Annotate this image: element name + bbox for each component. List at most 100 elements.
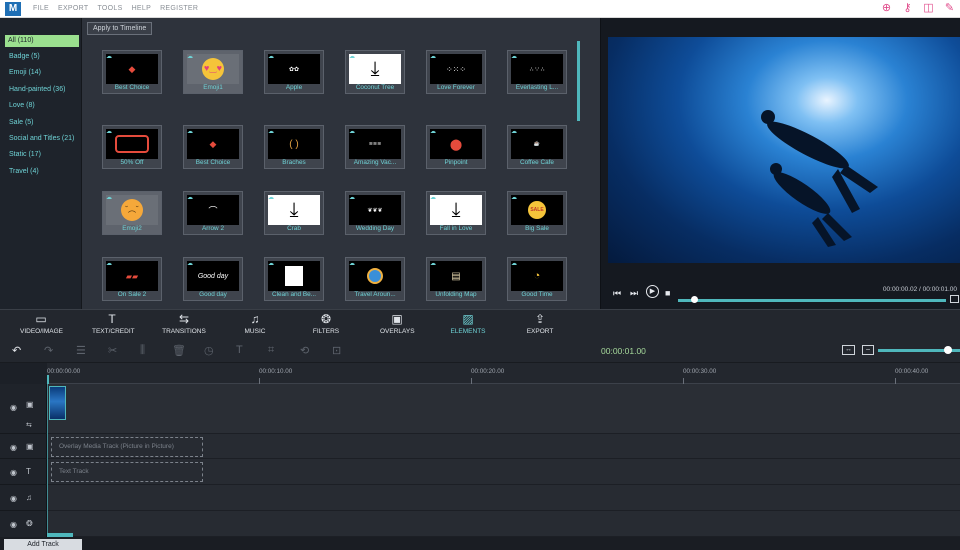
video-preview[interactable] <box>608 37 960 263</box>
element-label: Apple <box>285 84 303 91</box>
element-tile[interactable]: ☁ ⁘⁙⁘ Love Forever <box>426 50 486 94</box>
element-tile[interactable]: ☁ Good day Good day <box>183 257 243 301</box>
element-tile[interactable]: ☁ Clean and Be... <box>264 257 324 301</box>
tab-text-credit[interactable]: T TEXT/CREDIT <box>92 313 135 336</box>
eye-icon[interactable]: ◉ <box>10 443 17 452</box>
text-edit-icon[interactable]: T <box>236 344 243 356</box>
snapshot-icon[interactable]: ⊡ <box>332 344 341 357</box>
element-tile[interactable]: ☁ 50% Off <box>102 125 162 169</box>
menu-bar: M FILE EXPORT TOOLS HELP REGISTER ⊕ ⚷ ◫ … <box>0 0 960 18</box>
element-tile[interactable]: ☁ ( ) Braches <box>264 125 324 169</box>
skip-forward-icon[interactable]: ⏭ <box>630 288 638 299</box>
tab-transitions[interactable]: ⇆ TRANSITIONS <box>162 313 206 336</box>
tab-video-image[interactable]: ▭ VIDEO/IMAGE <box>20 313 63 336</box>
crop-icon[interactable]: ⌗ <box>268 344 274 357</box>
category-emoji[interactable]: Emoji (14) <box>0 65 81 81</box>
category-travel[interactable]: Travel (4) <box>0 164 81 180</box>
cut-icon[interactable]: ✂ <box>108 344 117 357</box>
element-tile[interactable]: ☁ ≋≋≋ Amazing Vac... <box>345 125 405 169</box>
element-tile[interactable]: ☁ ◆ Best Choice <box>102 50 162 94</box>
element-tile[interactable]: ☁ ⌒ Arrow 2 <box>183 191 243 235</box>
element-tile[interactable]: ☁ ✿✿ Apple <box>264 50 324 94</box>
element-tile[interactable]: ☁ ⤓ Crab <box>264 191 324 235</box>
element-label: Big Sale <box>525 225 549 232</box>
skip-back-icon[interactable]: ⏮ <box>613 288 621 299</box>
element-tile[interactable]: ☁ ♥‿♥ Emoji1 <box>183 50 243 94</box>
video-track[interactable] <box>47 384 960 434</box>
apply-to-timeline-button[interactable]: Apply to Timeline <box>87 22 153 35</box>
element-tile[interactable]: ☁ ⬤ Pinpoint <box>426 125 486 169</box>
adjust-icon[interactable]: ☰ <box>76 344 86 357</box>
element-tile[interactable]: ☁ ∴ ∵ ∴ Everlasting L... <box>507 50 567 94</box>
cloud-download-icon: ☁ <box>430 261 436 267</box>
tab-filters[interactable]: ❂ FILTERS <box>311 313 341 336</box>
tab-music[interactable]: ♫ MUSIC <box>240 313 270 336</box>
gift-icon[interactable]: ⊕ <box>880 2 893 15</box>
ruler-label: 00:00:30.00 <box>683 368 717 375</box>
key-icon[interactable]: ⚷ <box>901 2 914 15</box>
overlay-track[interactable]: Overlay Media Track (Picture in Picture) <box>47 434 960 459</box>
element-tile[interactable]: ☁ ⤓ Fall in Love <box>426 191 486 235</box>
layout-icon[interactable]: ◫ <box>922 2 935 15</box>
menu-tools[interactable]: TOOLS <box>97 5 122 12</box>
fullscreen-icon[interactable] <box>950 295 959 303</box>
video-clip[interactable] <box>49 386 66 420</box>
menu-file[interactable]: FILE <box>33 5 49 12</box>
element-thumbnail: ≋≋≋ <box>349 129 401 159</box>
eye-icon[interactable]: ◉ <box>10 468 17 477</box>
link-icon[interactable]: ⇆ <box>26 421 32 429</box>
zoom-out-icon[interactable]: − <box>862 345 874 355</box>
overlay-track-placeholder[interactable]: Overlay Media Track (Picture in Picture) <box>51 437 203 457</box>
category-all[interactable]: All (110) <box>5 35 79 47</box>
category-love[interactable]: Love (8) <box>0 98 81 114</box>
eye-icon[interactable]: ◉ <box>10 520 17 529</box>
tab-export[interactable]: ⇪ EXPORT <box>526 313 554 336</box>
undo-icon[interactable]: ↶ <box>12 344 21 357</box>
category-static[interactable]: Static (17) <box>0 147 81 163</box>
zoom-slider-handle[interactable] <box>943 346 952 354</box>
stop-icon[interactable]: ■ <box>665 288 670 298</box>
progress-bar[interactable] <box>678 299 946 302</box>
menu-help[interactable]: HELP <box>132 5 152 12</box>
playhead-handle[interactable] <box>47 375 49 384</box>
redo-icon[interactable]: ↷ <box>44 344 53 357</box>
duration-icon[interactable]: ◷ <box>204 344 214 357</box>
text-track[interactable]: Text Track <box>47 459 960 485</box>
element-tile[interactable]: ☁ ❦❦❦ Wedding Day <box>345 191 405 235</box>
element-tile[interactable]: ☁ ▰▰ On Sale 2 <box>102 257 162 301</box>
eye-icon[interactable]: ◉ <box>10 494 17 503</box>
element-tile[interactable]: ☁ ▤ Unfolding Map <box>426 257 486 301</box>
rotate-icon[interactable]: ⟲ <box>300 344 309 357</box>
element-tile[interactable]: ☁ ☕ Coffee Cafe <box>507 125 567 169</box>
add-track-button[interactable]: Add Track <box>4 539 82 550</box>
text-track-placeholder[interactable]: Text Track <box>51 462 203 482</box>
timeline-ruler[interactable]: 00:00:00.00 00:00:10.00 00:00:20.00 00:0… <box>47 363 960 384</box>
category-badge[interactable]: Badge (5) <box>0 49 81 65</box>
tab-overlays[interactable]: ▣ OVERLAYS <box>380 313 415 336</box>
element-tile[interactable]: ☁ SALE Big Sale <box>507 191 567 235</box>
music-track[interactable] <box>47 485 960 511</box>
menu-export[interactable]: EXPORT <box>58 5 88 12</box>
element-tile[interactable]: ☁ ◆ Best Choice <box>183 125 243 169</box>
element-tile[interactable]: ☁ ˘︵˘ Emoji2 <box>102 191 162 235</box>
delete-icon[interactable]: 🗑 <box>172 344 186 357</box>
play-icon[interactable]: ▶ <box>646 285 659 298</box>
element-label: Unfolding Map <box>435 291 477 298</box>
category-social-titles[interactable]: Social and Titles (21) <box>0 131 81 147</box>
split-icon[interactable]: ⫼ <box>140 344 145 357</box>
current-time: 00:00:01.00 <box>601 346 646 356</box>
effect-track[interactable] <box>47 511 960 537</box>
timeline-scrollbar[interactable] <box>47 533 73 537</box>
element-thumbnail: ∴ ∵ ∴ <box>511 54 563 84</box>
element-tile[interactable]: ☁ ◔ Good Time <box>507 257 567 301</box>
element-tile[interactable]: ☁ ⤓ Coconut Tree <box>345 50 405 94</box>
tab-elements[interactable]: ▨ ELEMENTS <box>450 313 486 336</box>
category-sale[interactable]: Sale (5) <box>0 115 81 131</box>
category-hand-painted[interactable]: Hand-painted (36) <box>0 82 81 98</box>
element-tile[interactable]: ☁ Travel Aroun... <box>345 257 405 301</box>
menu-register[interactable]: REGISTER <box>160 5 198 12</box>
zoom-fit-icon[interactable]: ↔ <box>842 345 855 355</box>
edit-icon[interactable]: ✎ <box>943 2 956 15</box>
eye-icon[interactable]: ◉ <box>10 403 17 412</box>
grid-scrollbar[interactable] <box>577 41 580 121</box>
